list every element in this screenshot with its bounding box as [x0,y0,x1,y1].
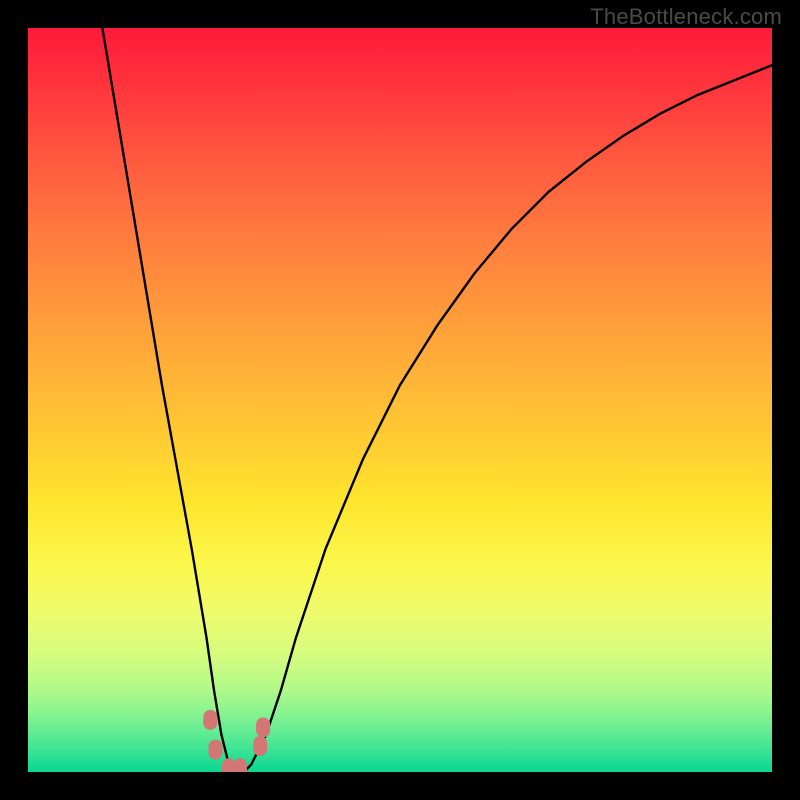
marker-point [203,710,217,730]
curve-layer [28,28,772,772]
plot-area [28,28,772,772]
marker-point [222,758,236,772]
chart-frame: TheBottleneck.com [0,0,800,800]
bottleneck-curve [102,28,772,772]
marker-point [253,736,267,756]
marker-point [256,717,270,737]
marker-point [233,758,247,772]
watermark-text: TheBottleneck.com [590,4,782,30]
data-markers [203,710,270,772]
marker-point [208,740,222,760]
